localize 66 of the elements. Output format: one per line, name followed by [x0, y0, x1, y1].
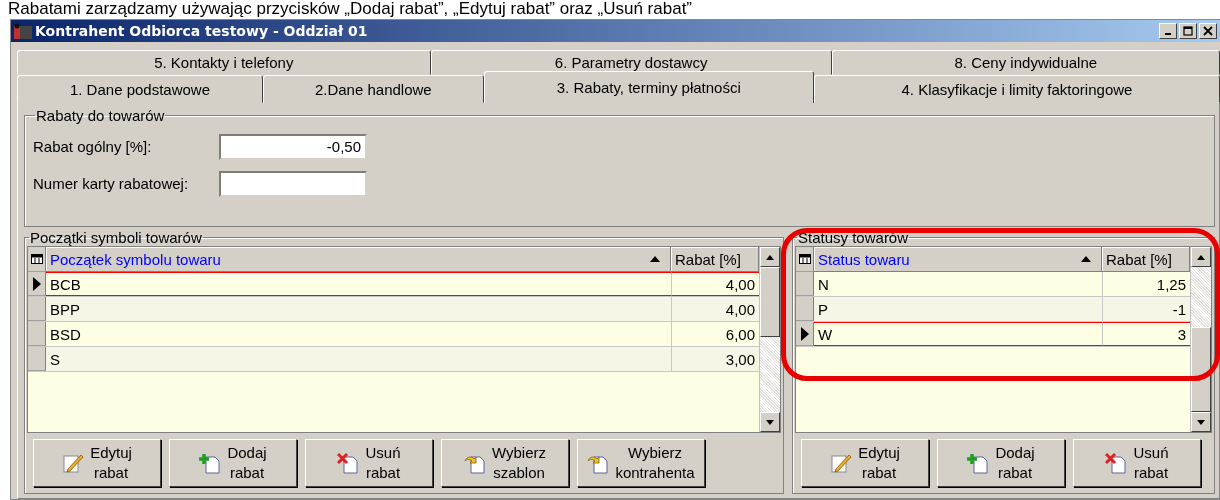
pencil-icon — [62, 452, 85, 474]
table-row[interactable]: P -1 — [796, 297, 1190, 322]
tab[interactable]: 4. Klasyfikacje i limity faktoringowe — [813, 75, 1220, 103]
window-title: Kontrahent Odbiorca testowy - Oddział 01 — [35, 23, 369, 39]
scrollbar[interactable] — [759, 247, 780, 432]
sort-icon — [1081, 256, 1091, 262]
table-cell-text: BSD — [49, 324, 82, 345]
group-title: Rabaty do towarów — [35, 107, 166, 124]
tab[interactable]: 2.Dane handlowe — [262, 75, 484, 103]
row-pointer-icon — [800, 326, 809, 341]
delete-page-icon — [337, 452, 360, 474]
pencil-icon — [830, 452, 853, 474]
row-pointer-icon — [32, 276, 41, 291]
close-button[interactable] — [1199, 23, 1217, 39]
caption-text: Rabatami zarządzamy używając przycisków „Dodaj rabat”, „Edytuj rabat” oraz „Usuń rabat” — [7, 0, 694, 18]
minimize-icon — [1165, 33, 1171, 35]
column-header[interactable]: Status towaru — [814, 247, 1102, 272]
sort-icon — [650, 256, 660, 262]
action-button[interactable]: Wybierz kontrahenta — [577, 439, 705, 487]
tab[interactable]: 1. Dane podstawowe — [17, 75, 263, 103]
input-field[interactable] — [219, 170, 367, 197]
input-field[interactable]: -0,50 — [219, 133, 367, 160]
table-cell-text: BPP — [49, 299, 81, 320]
up-arrow-icon — [766, 254, 774, 260]
table-row[interactable]: N 1,25 — [796, 272, 1190, 297]
field-label: Rabat ogólny [%]: — [33, 138, 153, 155]
down-arrow-icon — [766, 419, 774, 425]
table-cell: BCB — [46, 272, 671, 296]
column-header[interactable]: Rabat [%] — [1102, 247, 1190, 272]
table-cell-text: P — [817, 299, 829, 320]
action-button[interactable]: Edytuj rabat — [33, 439, 161, 487]
action-button[interactable]: Edytuj rabat — [801, 439, 929, 487]
app-logo-icon — [14, 23, 32, 39]
group-title: Statusy towarów — [797, 229, 910, 246]
grid-menu-icon[interactable] — [28, 247, 46, 272]
tab[interactable]: 5. Kontakty i telefony — [17, 50, 431, 75]
tab[interactable]: 8. Ceny indywidualne — [831, 50, 1220, 75]
grid-menu-icon[interactable] — [796, 247, 814, 272]
table-row[interactable]: W 3 — [796, 322, 1190, 347]
action-button[interactable]: Dodaj rabat — [169, 439, 297, 487]
tab[interactable]: 3. Rabaty, terminy płatności — [483, 71, 814, 103]
field-label: Numer karty rabatowej: — [33, 175, 190, 192]
table-row[interactable]: BCB 4,00 — [28, 272, 759, 297]
close-icon — [1203, 26, 1213, 36]
action-button[interactable]: Dodaj rabat — [937, 439, 1065, 487]
add-page-icon — [967, 452, 990, 474]
table-row[interactable]: BSD 6,00 — [28, 322, 759, 347]
delete-page-icon — [1105, 452, 1128, 474]
column-header[interactable]: Rabat [%] — [671, 247, 759, 272]
minimize-button[interactable] — [1159, 23, 1177, 39]
group-title: Początki symboli towarów — [29, 229, 203, 246]
scrollbar[interactable] — [1190, 247, 1211, 432]
add-page-icon — [199, 452, 222, 474]
maximize-button[interactable] — [1179, 23, 1197, 39]
table-cell-text: S — [49, 349, 61, 370]
table-row[interactable]: S 3,00 — [28, 347, 759, 372]
down-arrow-icon — [1197, 419, 1205, 425]
action-button[interactable]: Wybierz szablon — [441, 439, 569, 487]
table-cell-text: N — [817, 274, 830, 295]
table-row[interactable]: BPP 4,00 — [28, 297, 759, 322]
up-arrow-icon — [1197, 254, 1205, 260]
maximize-icon — [1183, 26, 1193, 36]
action-button[interactable]: Usuń rabat — [1073, 439, 1201, 487]
table-cell: W — [814, 322, 1102, 346]
action-button[interactable]: Usuń rabat — [305, 439, 433, 487]
column-header[interactable]: Początek symbolu towaru — [46, 247, 671, 272]
